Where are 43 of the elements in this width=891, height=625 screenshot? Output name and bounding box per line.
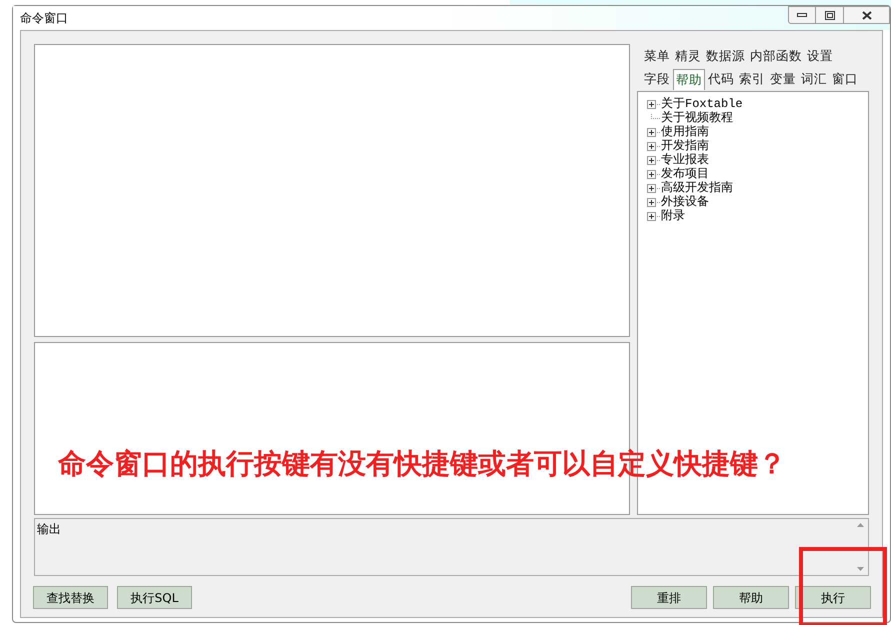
output-label: 输出 (36, 521, 61, 538)
toolbar-button[interactable]: 查找替换 (33, 586, 108, 609)
tab[interactable]: 代码 (706, 69, 736, 90)
expand-icon[interactable] (647, 156, 656, 164)
toolbar-button[interactable]: 帮助 (713, 586, 789, 609)
tree-item[interactable]: 使用指南 (661, 125, 709, 139)
tree-item[interactable]: 高级开发指南 (661, 181, 733, 195)
expand-icon[interactable] (647, 212, 656, 220)
expand-icon[interactable] (647, 100, 656, 108)
tree-item[interactable]: 关于Foxtable (661, 97, 743, 111)
tree-item[interactable]: 外接设备 (661, 195, 709, 209)
expand-icon[interactable] (647, 198, 656, 206)
tab[interactable]: 索引 (737, 69, 767, 90)
tab[interactable]: 内部函数 (748, 46, 804, 67)
toolbar-button[interactable]: 重排 (631, 586, 707, 609)
tab[interactable]: 窗口 (830, 69, 860, 90)
maximize-button[interactable] (816, 6, 844, 24)
toolbar-button[interactable]: 执行SQL (117, 586, 192, 609)
expand-icon[interactable] (647, 184, 656, 192)
tab[interactable]: 设置 (805, 46, 835, 67)
tab[interactable]: 字段 (642, 69, 672, 90)
tree-item[interactable]: 发布项目 (661, 167, 709, 181)
tab[interactable]: 帮助 (673, 69, 705, 90)
annotation-text: 命令窗口的执行按键有没有快捷键或者可以自定义快捷键？ (58, 446, 786, 482)
minimize-button[interactable] (788, 6, 816, 24)
minimize-icon (797, 13, 807, 17)
tab[interactable]: 词汇 (799, 69, 829, 90)
tree-item[interactable]: 关于视频教程 (661, 111, 733, 125)
tab[interactable]: 变量 (768, 69, 798, 90)
tab[interactable]: 菜单 (642, 46, 672, 67)
tab[interactable]: 数据源 (704, 46, 747, 67)
close-icon (862, 10, 872, 20)
restore-icon (824, 10, 834, 20)
tree-item[interactable]: 附录 (661, 209, 685, 223)
toolbar-button[interactable]: 执行 (795, 586, 871, 609)
expand-icon[interactable] (647, 170, 656, 178)
expand-icon[interactable] (647, 142, 656, 150)
tree-item[interactable]: 专业报表 (661, 153, 709, 167)
expand-icon[interactable] (647, 128, 656, 136)
tree-item[interactable]: 开发指南 (661, 139, 709, 153)
tab[interactable]: 精灵 (673, 46, 703, 67)
window-title: 命令窗口 (20, 10, 68, 27)
close-button[interactable] (844, 6, 890, 24)
